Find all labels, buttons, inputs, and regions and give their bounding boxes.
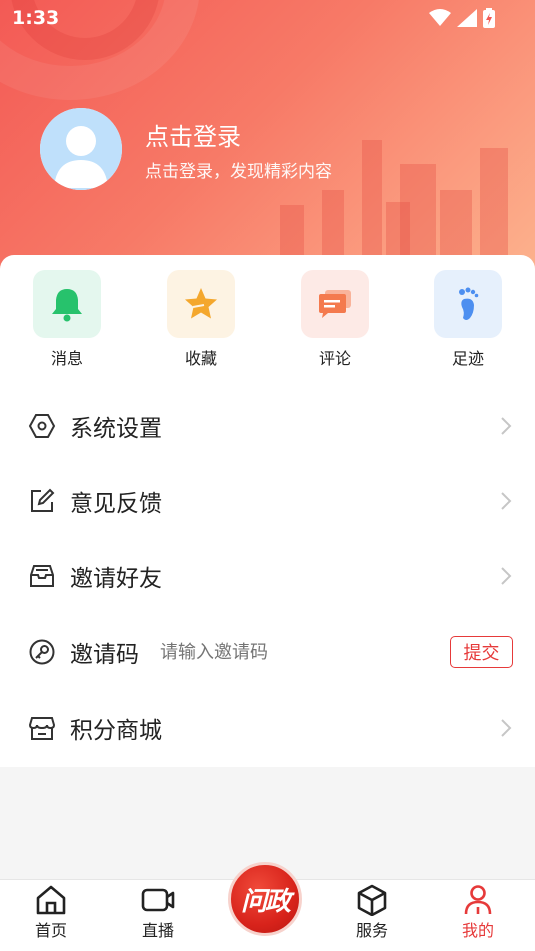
status-time: 1:33 [12, 7, 60, 29]
menu-item-label: 意见反馈 [70, 491, 162, 517]
wifi-icon [429, 9, 451, 26]
skyline-decoration [480, 148, 508, 260]
status-bar: 1:33 [0, 0, 535, 36]
bell-icon [52, 289, 82, 322]
tab-label: 首页 [34, 921, 67, 940]
user-avatar-icon [40, 108, 122, 190]
messages-tile [33, 270, 101, 338]
tab-mine[interactable]: 我的 [443, 884, 513, 941]
menu-item-points-mall[interactable]: 积分商城 [0, 691, 535, 765]
invite-code-label: 邀请码 [70, 642, 139, 668]
skyline-decoration [362, 140, 382, 260]
tab-label: 我的 [461, 921, 494, 940]
favorites-tile [167, 270, 235, 338]
center-wenzheng-button[interactable]: 问政 [228, 862, 302, 936]
quick-action-messages[interactable]: 消息 [33, 270, 101, 369]
login-title[interactable]: 点击登录 [145, 117, 241, 152]
cube-icon [357, 884, 387, 916]
login-subtitle[interactable]: 点击登录，发现精彩内容 [145, 157, 332, 182]
skyline-decoration [322, 190, 344, 260]
tab-live[interactable]: 直播 [123, 884, 193, 941]
comments-tile [301, 270, 369, 338]
tab-services[interactable]: 服务 [337, 884, 407, 941]
video-camera-icon [141, 888, 175, 912]
chevron-right-icon [501, 719, 512, 737]
avatar[interactable] [40, 108, 122, 190]
menu-item-label: 邀请好友 [70, 566, 162, 592]
store-icon [28, 717, 56, 740]
skyline-decoration [280, 205, 304, 260]
submit-invite-code-button[interactable]: 提交 [450, 636, 513, 668]
skyline-decoration [400, 164, 436, 260]
menu-item-invite-friends[interactable]: 邀请好友 [0, 539, 535, 613]
quick-action-label: 收藏 [184, 349, 217, 368]
user-icon [464, 885, 492, 915]
quick-action-favorites[interactable]: 收藏 [167, 270, 235, 369]
quick-action-label: 评论 [318, 349, 351, 368]
menu-item-label: 系统设置 [70, 416, 162, 442]
battery-icon [483, 8, 495, 28]
tab-home[interactable]: 首页 [16, 884, 86, 941]
quick-action-footprints[interactable]: 足迹 [434, 270, 502, 369]
menu-item-settings[interactable]: 系统设置 [0, 389, 535, 463]
chevron-right-icon [501, 417, 512, 435]
settings-icon [28, 414, 56, 438]
menu-item-feedback[interactable]: 意见反馈 [0, 464, 535, 538]
main-card: 消息 收藏 评论 足迹 系统设置 意见反馈 邀请好友 邀请码 请输入邀请码 提交… [0, 255, 535, 767]
skyline-decoration [440, 190, 472, 260]
footprint-icon [459, 287, 479, 320]
tab-label: 服务 [355, 921, 388, 940]
edit-icon [31, 488, 55, 512]
footprints-tile [434, 270, 502, 338]
tab-label: 直播 [141, 921, 174, 940]
comment-icon [319, 290, 351, 318]
menu-item-invite-code: 邀请码 提交 [0, 615, 535, 689]
invite-code-input[interactable] [160, 641, 440, 663]
star-icon [185, 288, 217, 319]
inbox-icon [30, 565, 54, 587]
chevron-right-icon [501, 567, 512, 585]
quick-action-comments[interactable]: 评论 [301, 270, 369, 369]
quick-action-label: 消息 [50, 349, 83, 368]
home-icon [36, 885, 66, 915]
quick-action-label: 足迹 [451, 349, 484, 368]
menu-item-label: 积分商城 [70, 718, 162, 744]
chevron-right-icon [501, 492, 512, 510]
key-icon [29, 639, 55, 665]
signal-icon [457, 9, 477, 27]
